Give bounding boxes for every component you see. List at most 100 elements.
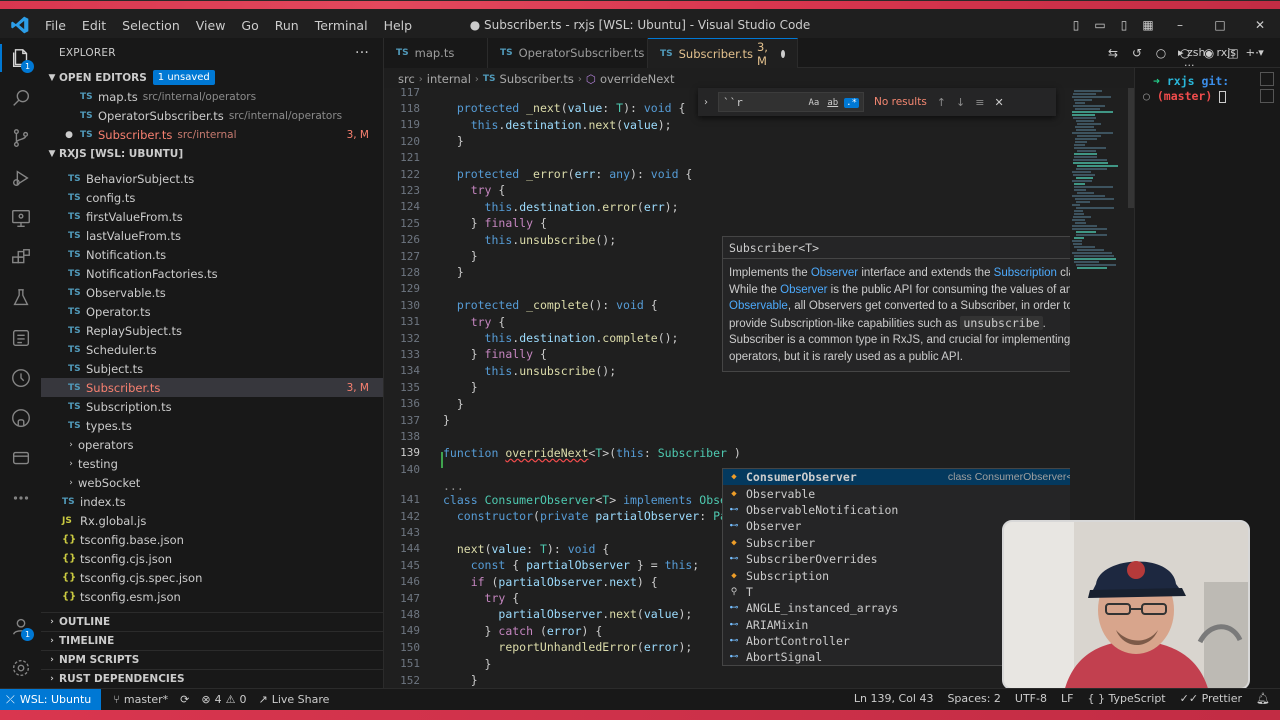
file-item[interactable]: {} tsconfig.cjs.json [41,549,383,568]
file-item[interactable]: TS config.ts [41,188,383,207]
github-icon[interactable] [0,398,41,438]
indentation[interactable]: Spaces: 2 [947,692,1000,705]
tab-operator-subscriber[interactable]: TS OperatorSubscriber.ts [488,38,648,68]
doc-link-observer[interactable]: Observer [811,267,858,279]
file-item[interactable]: TS Operator.ts [41,302,383,321]
toggle-panel-icon[interactable]: ▭ [1088,15,1112,35]
file-item[interactable]: TS lastValueFrom.ts [41,226,383,245]
open-editor-item[interactable]: TS OperatorSubscriber.ts src/internal/op… [41,106,383,125]
menu-go[interactable]: Go [233,17,266,35]
settings-gear-icon[interactable] [0,648,41,688]
tests-icon[interactable] [0,318,41,358]
live-share-button[interactable]: ↗ Live Share [258,693,329,706]
open-editor-item[interactable]: TS map.ts src/internal/operators [41,87,383,106]
file-item[interactable]: TS firstValueFrom.ts [41,207,383,226]
new-terminal-icon[interactable]: + [1246,46,1255,59]
suggestion-item[interactable]: ◆ ConsumerObserver class ConsumerObserver<… [723,469,1093,486]
extensions-icon[interactable] [0,238,41,278]
minimize-icon[interactable]: – [1160,15,1200,35]
git-branch[interactable]: ⑂ master* [113,693,168,706]
file-item[interactable]: TS NotificationFactories.ts [41,264,383,283]
close-find-icon[interactable]: ✕ [994,96,1003,109]
more-icon[interactable] [0,478,41,518]
file-item[interactable]: {} tsconfig.cjs.spec.json [41,568,383,587]
sync-button[interactable]: ⟳ [180,693,189,706]
remote-explorer-icon[interactable] [0,198,41,238]
workspace-header[interactable]: ▼ RXJS [WSL: UBUNTU] [41,144,383,163]
menu-edit[interactable]: Edit [74,17,114,35]
search-icon[interactable] [0,78,41,118]
file-item[interactable]: TS Notification.ts [41,245,383,264]
doc-link-subscription[interactable]: Subscription [994,267,1057,279]
file-item[interactable]: TS index.ts [41,492,383,511]
problems-indicator[interactable]: ⊗ 4 ⚠ 0 [201,693,246,706]
doc-link-observable[interactable]: Observable [729,300,788,312]
previous-match-icon[interactable]: ↑ [937,96,946,109]
toggle-secondary-sidebar-icon[interactable]: ▯ [1112,15,1136,35]
run-debug-icon[interactable] [0,158,41,198]
notifications-bell-icon[interactable]: 🔔︎ [1256,692,1270,705]
unsaved-dot-icon[interactable] [781,49,785,58]
match-case-toggle[interactable]: Aa [806,98,821,108]
accounts-icon[interactable]: 1 [0,606,41,646]
timeline-icon[interactable] [0,358,41,398]
file-item[interactable]: {} tsconfig.base.json [41,530,383,549]
timeline-section[interactable]: › TIMELINE [41,631,383,650]
menu-view[interactable]: View [188,17,234,35]
prettier-status[interactable]: ✓✓ Prettier [1180,692,1242,705]
suggestion-item[interactable]: ◆ Observable [723,485,1093,501]
file-item[interactable]: TS Subscriber.ts 3, M [41,378,383,397]
maximize-icon[interactable]: □ [1200,15,1240,35]
remote-indicator[interactable]: ⤫ WSL: Ubuntu [0,689,102,710]
file-item[interactable]: {} tsconfig.esm.json [41,587,383,606]
doc-link-observer[interactable]: Observer [780,284,827,296]
encoding[interactable]: UTF-8 [1015,692,1047,705]
terminal-scroll-icon[interactable] [1260,72,1274,86]
language-mode[interactable]: { } TypeScript [1087,692,1165,705]
end-of-line[interactable]: LF [1061,692,1073,705]
menu-help[interactable]: Help [376,17,421,35]
terminal-dropdown-icon[interactable]: ▾ [1258,46,1264,59]
open-editors-header[interactable]: ▼ OPEN EDITORS 1 unsaved [41,68,383,87]
menu-terminal[interactable]: Terminal [307,17,376,35]
find-in-selection-icon[interactable]: ≡ [975,96,984,109]
cursor-position[interactable]: Ln 139, Col 43 [854,692,934,705]
open-changes-icon[interactable]: ○ [1154,46,1168,60]
explorer-icon[interactable]: 1 [0,38,41,78]
tab-subscriber[interactable]: TS Subscriber.ts 3, M [648,38,798,68]
folder-item[interactable]: › webSocket [41,473,383,492]
unsaved-dot-icon[interactable]: ● [62,130,76,140]
compare-icon[interactable]: ⇆ [1106,46,1120,60]
suggestion-item[interactable]: ⊷ ObservableNotification [723,502,1093,518]
source-control-icon[interactable] [0,118,41,158]
customize-layout-icon[interactable]: ▦ [1136,15,1160,35]
find-input[interactable]: ``r Aa ab .* [718,92,864,112]
file-item[interactable]: TS Subscription.ts [41,397,383,416]
terminal-scroll-icon[interactable] [1260,89,1274,103]
close-window-icon[interactable]: ✕ [1240,15,1280,35]
file-item[interactable]: TS BehaviorSubject.ts [41,169,383,188]
whole-word-toggle[interactable]: ab [825,98,840,108]
menu-run[interactable]: Run [267,17,307,35]
file-item[interactable]: TS Scheduler.ts [41,340,383,359]
toggle-sidebar-icon[interactable]: ▯ [1064,15,1088,35]
explorer-more-icon[interactable]: ··· [355,45,369,61]
breadcrumb-item[interactable]: internal [427,72,471,86]
menu-selection[interactable]: Selection [114,17,188,35]
file-item[interactable]: TS Observable.ts [41,283,383,302]
file-item[interactable]: TS types.ts [41,416,383,435]
toggle-replace-icon[interactable]: › [704,97,718,108]
npm-scripts-section[interactable]: › NPM SCRIPTS [41,650,383,669]
tab-map[interactable]: TS map.ts [384,38,488,68]
next-match-icon[interactable]: ↓ [956,96,965,109]
breadcrumb-item[interactable]: src [398,72,415,86]
open-editor-item-active[interactable]: ● TS Subscriber.ts src/internal 3, M [41,125,383,144]
folder-item[interactable]: › testing [41,454,383,473]
docker-icon[interactable] [0,438,41,478]
file-item[interactable]: JS Rx.global.js [41,511,383,530]
rust-dependencies-section[interactable]: › RUST DEPENDENCIES [41,669,383,688]
breadcrumb-item[interactable]: Subscriber.ts [500,72,574,86]
menu-file[interactable]: File [37,17,74,35]
regex-toggle[interactable]: .* [844,98,859,108]
folder-item[interactable]: › operators [41,435,383,454]
